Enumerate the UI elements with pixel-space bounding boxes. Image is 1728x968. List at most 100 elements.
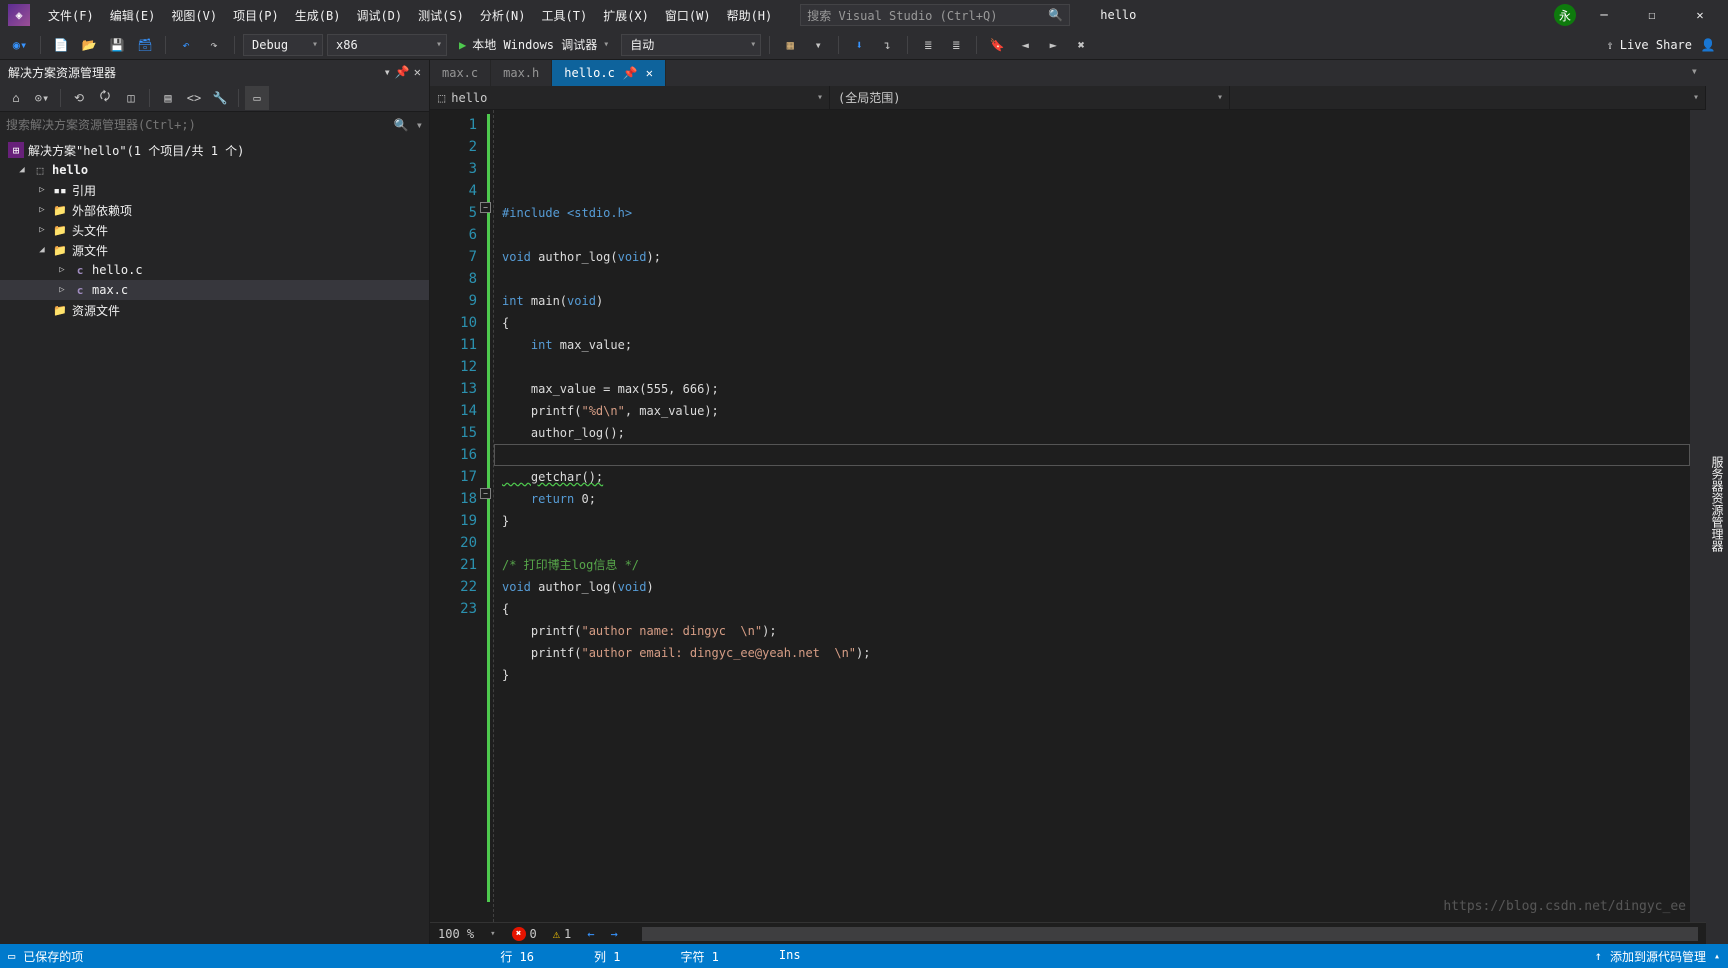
menu-help[interactable]: 帮助(H) (719, 3, 781, 28)
auto-combo[interactable]: 自动 (621, 34, 761, 56)
indent-left-icon[interactable]: ≣ (916, 33, 940, 57)
configuration-combo[interactable]: Debug (243, 34, 323, 56)
pin-icon[interactable]: 📌 (395, 65, 410, 79)
code-icon[interactable]: <> (182, 86, 206, 110)
tab-overflow-icon[interactable]: ▾ (1683, 60, 1706, 86)
headers-node[interactable]: ▷📁头文件 (0, 220, 429, 240)
type-combo[interactable]: (全局范围) (830, 86, 1230, 109)
menu-build[interactable]: 生成(B) (287, 3, 349, 28)
menu-debug[interactable]: 调试(D) (348, 3, 410, 28)
start-debug-button[interactable]: ▶ 本地 Windows 调试器 ▾ (451, 34, 617, 56)
status-scm[interactable]: 添加到源代码管理 (1610, 948, 1706, 965)
solution-node[interactable]: ⊞解决方案"hello"(1 个项目/共 1 个) (0, 140, 429, 160)
toolbar-btn-2[interactable]: ▾ (806, 33, 830, 57)
show-all-icon[interactable]: ▤ (156, 86, 180, 110)
status-saved: 已保存的项 (23, 948, 83, 965)
panel-search[interactable]: 🔍 ▾ (0, 112, 429, 138)
file-max-c[interactable]: ▷cmax.c (0, 280, 429, 300)
main-toolbar: ◉▾ 📄 📂 💾 🗃 ↶ ↷ Debug x86 ▶ 本地 Windows 调试… (0, 30, 1728, 60)
zoom-dropdown-icon[interactable]: ▾ (490, 929, 495, 939)
collapse-icon[interactable]: ◫ (119, 86, 143, 110)
maximize-button[interactable]: ☐ (1632, 1, 1672, 29)
open-button[interactable]: 📂 (77, 33, 101, 57)
menu-window[interactable]: 窗口(W) (657, 3, 719, 28)
scope-combo[interactable]: ⬚hello (430, 86, 830, 109)
horizontal-scrollbar[interactable] (642, 927, 1698, 941)
sync-icon[interactable]: ⟲ (67, 86, 91, 110)
member-combo[interactable] (1230, 86, 1706, 109)
expand-icon[interactable]: ▷ (36, 225, 48, 235)
panel-close-icon[interactable]: ✕ (414, 65, 421, 79)
warning-count[interactable]: ⚠1 (553, 927, 571, 941)
refs-node[interactable]: ▷▪▪引用 (0, 180, 429, 200)
nav-back-icon[interactable]: ← (587, 927, 594, 941)
combo-icon[interactable]: ⊙▾ (30, 86, 54, 110)
home-icon[interactable]: ⌂ (4, 86, 28, 110)
solution-explorer-panel: 解决方案资源管理器 ▾ 📌 ✕ ⌂ ⊙▾ ⟲ 🗘 ◫ ▤ <> 🔧 ▭ 🔍 ▾ (0, 60, 430, 944)
folder-icon: 📁 (52, 242, 68, 258)
panel-search-input[interactable] (6, 118, 394, 132)
zoom-level[interactable]: 100 % (438, 927, 474, 941)
expand-icon[interactable]: ◢ (16, 165, 28, 175)
status-bar: ▭ 已保存的项 行 16 列 1 字符 1 Ins ↑ 添加到源代码管理 ▴ (0, 944, 1728, 968)
quick-launch-search[interactable]: 搜索 Visual Studio (Ctrl+Q) 🔍 (800, 4, 1070, 26)
menu-test[interactable]: 测试(S) (410, 3, 472, 28)
undo-button[interactable]: ↶ (174, 33, 198, 57)
next-bookmark-icon[interactable]: ► (1041, 33, 1065, 57)
expand-icon[interactable]: ▷ (36, 205, 48, 215)
redo-button[interactable]: ↷ (202, 33, 226, 57)
error-count[interactable]: ✖0 (512, 927, 537, 941)
pin-icon[interactable]: 📌 (623, 66, 638, 80)
menu-analyze[interactable]: 分析(N) (472, 3, 534, 28)
code-editor[interactable]: 1234567891011121314151617181920212223 − … (430, 110, 1706, 922)
menu-view[interactable]: 视图(V) (163, 3, 225, 28)
save-button[interactable]: 💾 (105, 33, 129, 57)
dropdown-icon[interactable]: ▾ (384, 65, 391, 79)
vertical-scrollbar[interactable] (1690, 110, 1706, 922)
sources-node[interactable]: ◢📁源文件 (0, 240, 429, 260)
menu-tools[interactable]: 工具(T) (534, 3, 596, 28)
expand-icon[interactable]: ▷ (36, 185, 48, 195)
step-over-icon[interactable]: ↴ (875, 33, 899, 57)
expand-icon[interactable]: ▷ (56, 265, 68, 275)
tab-max-h[interactable]: max.h (491, 60, 552, 86)
project-node[interactable]: ◢⬚hello (0, 160, 429, 180)
step-into-icon[interactable]: ⬇ (847, 33, 871, 57)
user-avatar-icon[interactable]: 永 (1554, 4, 1576, 26)
save-all-button[interactable]: 🗃 (133, 33, 157, 57)
clear-bookmark-icon[interactable]: ✖ (1069, 33, 1093, 57)
menu-project[interactable]: 项目(P) (225, 3, 287, 28)
toolbar-btn-1[interactable]: ▦ (778, 33, 802, 57)
file-hello-c[interactable]: ▷chello.c (0, 260, 429, 280)
fold-icon[interactable]: − (480, 202, 491, 213)
fold-icon[interactable]: − (480, 488, 491, 499)
resources-node[interactable]: 📁资源文件 (0, 300, 429, 320)
tab-hello-c[interactable]: hello.c📌✕ (552, 60, 666, 86)
rail-server-explorer[interactable]: 服务器资源管理器 (1707, 450, 1728, 558)
expand-icon[interactable]: ▷ (56, 285, 68, 295)
menu-file[interactable]: 文件(F) (40, 3, 102, 28)
indent-right-icon[interactable]: ≣ (944, 33, 968, 57)
ext-deps-node[interactable]: ▷📁外部依赖项 (0, 200, 429, 220)
prev-bookmark-icon[interactable]: ◄ (1013, 33, 1037, 57)
refresh-icon[interactable]: 🗘 (93, 86, 117, 110)
platform-combo[interactable]: x86 (327, 34, 447, 56)
live-share-button[interactable]: ⇪ Live Share (1607, 38, 1692, 52)
code-content[interactable]: − − #include <stdio.h> void author_log(v… (493, 110, 1690, 922)
minimize-button[interactable]: ─ (1584, 1, 1624, 29)
menu-extensions[interactable]: 扩展(X) (595, 3, 657, 28)
tab-max-c[interactable]: max.c (430, 60, 491, 86)
caret-line-highlight (494, 444, 1690, 466)
preview-icon[interactable]: ▭ (245, 86, 269, 110)
bookmark-icon[interactable]: 🔖 (985, 33, 1009, 57)
close-button[interactable]: ✕ (1680, 1, 1720, 29)
expand-icon[interactable]: ◢ (36, 245, 48, 255)
new-project-button[interactable]: 📄 (49, 33, 73, 57)
menu-edit[interactable]: 编辑(E) (102, 3, 164, 28)
close-tab-icon[interactable]: ✕ (646, 66, 653, 80)
properties-icon[interactable]: 🔧 (208, 86, 232, 110)
publish-icon: ↑ (1595, 949, 1602, 963)
nav-fwd-icon[interactable]: → (610, 927, 617, 941)
back-button[interactable]: ◉▾ (8, 33, 32, 57)
feedback-icon[interactable]: 👤 (1696, 33, 1720, 57)
